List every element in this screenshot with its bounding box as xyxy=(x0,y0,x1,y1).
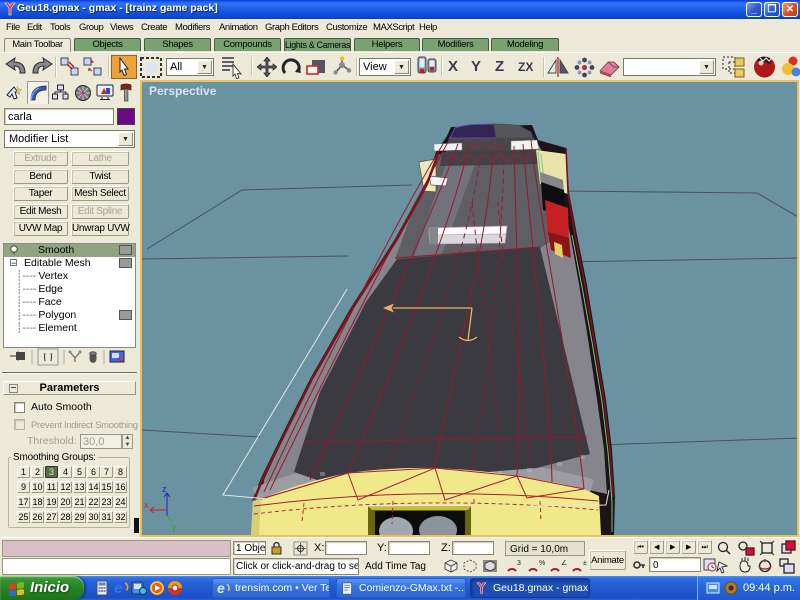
svg-text:e: e xyxy=(114,580,123,596)
svg-text:Perspective: Perspective xyxy=(149,84,217,98)
svg-text:y: y xyxy=(172,522,177,532)
svg-text:x: x xyxy=(144,500,149,510)
svg-text:e: e xyxy=(217,581,225,596)
svg-text:z: z xyxy=(162,484,167,494)
svg-text:%: % xyxy=(539,560,545,567)
svg-text:±: ± xyxy=(583,560,587,567)
svg-text:∠: ∠ xyxy=(561,559,567,567)
svg-text:3: 3 xyxy=(517,560,521,567)
